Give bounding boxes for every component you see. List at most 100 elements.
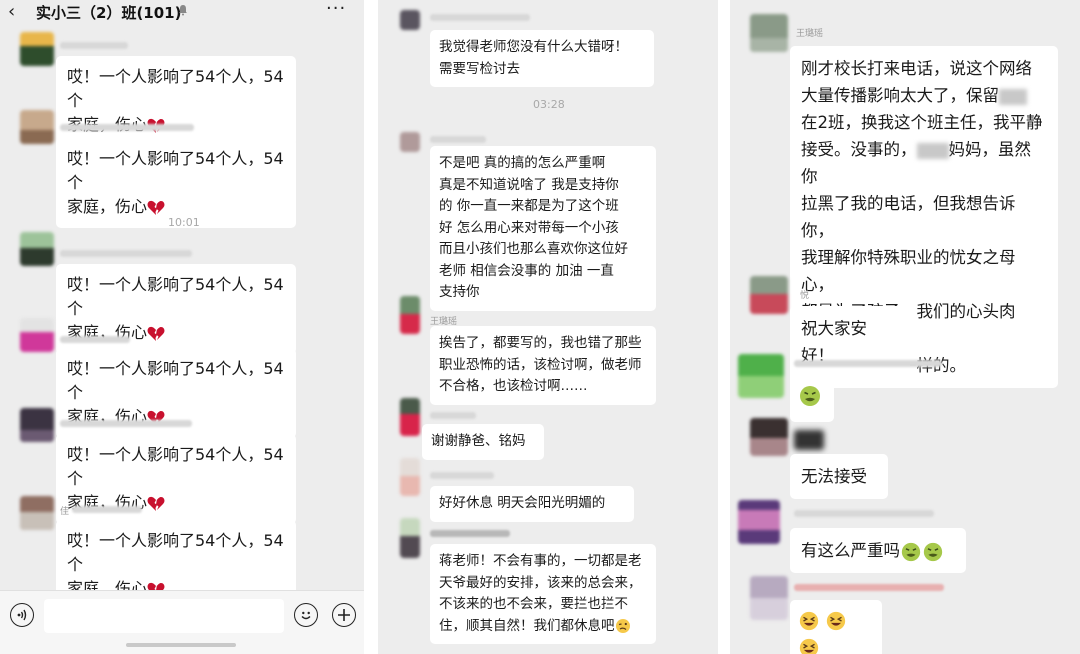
chat-panel-2: 我觉得老师您没有什么大错呀！ 需要写检讨去 03:28 不是吧 真的搞的怎么严重…: [378, 0, 718, 654]
message-line: 而且小孩们也那么喜欢你这位好: [439, 241, 628, 257]
sender-name-redacted: [60, 420, 192, 427]
bell-muted-icon: [179, 5, 187, 16]
message-line: 支持你: [439, 284, 480, 300]
avatar[interactable]: [400, 132, 420, 152]
avatar[interactable]: [750, 418, 788, 456]
message-bubble[interactable]: [790, 600, 882, 654]
message-line: 哎！一个人影响了54个人，54个: [67, 275, 284, 318]
chat-panel-1: ‹ 实小三（2）班(101) ··· 哎！一个人影响了54个人，54个 家庭，伤…: [0, 0, 364, 654]
message-line: 住，顺其自然！我们都休息吧: [439, 617, 615, 634]
sender-name-redacted: [60, 336, 130, 343]
grinning-squint-emoji: [799, 611, 819, 630]
message-line: 需要写检讨去: [439, 60, 520, 77]
message-line: 好 怎么用心来对带每一个小孩: [439, 219, 619, 236]
avatar[interactable]: [20, 318, 54, 352]
emoji-button[interactable]: [294, 603, 318, 627]
avatar[interactable]: [400, 10, 420, 30]
avatar[interactable]: [20, 32, 54, 66]
timestamp: 10:01: [168, 216, 200, 229]
message-line: 刚才校长打来电话，说这个网络: [801, 59, 1032, 78]
sender-name-redacted: [794, 584, 944, 591]
add-button[interactable]: [332, 603, 356, 627]
message-bubble[interactable]: 祝大家安好！: [790, 306, 910, 378]
message-line: 家庭，伤心: [67, 197, 148, 216]
more-options-button[interactable]: ···: [326, 0, 346, 19]
message-line: 天爷最好的安排，该来的总会来，: [439, 574, 642, 591]
sender-name: 王璐瑶: [796, 29, 824, 39]
message-line: 我觉得老师您没有什么大错呀！: [439, 39, 628, 55]
redacted-text: [999, 88, 1027, 105]
voice-button[interactable]: [10, 603, 34, 627]
message-line: 的 你一直一来都是为了这个班: [439, 198, 619, 214]
avatar[interactable]: [738, 500, 780, 544]
redacted-text: [916, 142, 949, 159]
grinning-squint-emoji: [827, 611, 846, 630]
message-bubble[interactable]: 哎！一个人影响了54个人，54个 家庭，伤心: [56, 138, 296, 228]
sender-name-redacted: [60, 42, 128, 49]
avatar[interactable]: [738, 354, 784, 398]
avatar[interactable]: [750, 576, 788, 620]
message-line: 哎！一个人影响了54个人，54个: [67, 149, 284, 192]
chat-title: 实小三（2）班(101): [36, 4, 182, 22]
sick-face-emoji: [800, 386, 820, 406]
sender-name-redacted: [430, 136, 486, 143]
message-line: 哎！一个人影响了54个人，54个: [67, 531, 284, 574]
sender-name-redacted: [794, 430, 824, 450]
message-bubble[interactable]: 蒋老师！不会有事的，一切都是老 天爷最好的安排，该来的总会来， 不该来的也不会来…: [430, 544, 656, 644]
sick-face-emoji: [923, 542, 943, 561]
sender-name-redacted: [72, 506, 142, 513]
broken-heart-emoji: [147, 326, 165, 341]
avatar[interactable]: [400, 458, 420, 496]
message-line: 不该来的也不会来，要拦也拦不: [439, 596, 628, 612]
avatar[interactable]: [400, 296, 420, 334]
message-line: 好好休息 明天会阳光明媚的: [439, 495, 606, 511]
message-input[interactable]: [44, 599, 284, 633]
plus-icon: [338, 609, 350, 621]
avatar[interactable]: [400, 398, 420, 436]
avatar[interactable]: [750, 276, 788, 314]
avatar[interactable]: [20, 496, 54, 530]
message-line: 哎！一个人影响了54个人，54个: [67, 67, 284, 110]
avatar[interactable]: [20, 110, 54, 144]
message-bubble[interactable]: 好好休息 明天会阳光明媚的: [430, 486, 634, 522]
message-line: 职业恐怖的话，该检讨啊，做老师: [439, 356, 642, 373]
message-line: 接受。没事的，: [801, 140, 917, 159]
message-bubble[interactable]: 有这么严重吗: [790, 528, 966, 573]
message-bubble[interactable]: 谢谢静爸、铭妈: [422, 424, 544, 460]
voice-icon: [17, 609, 27, 621]
timestamp: 03:28: [533, 98, 565, 111]
message-line: 蒋老师！不会有事的，一切都是老: [439, 553, 642, 569]
message-bubble[interactable]: 我觉得老师您没有什么大错呀！ 需要写检讨去: [430, 30, 654, 87]
message-line: 挨告了，都要写的，我也错了那些: [439, 335, 642, 351]
sender-name-redacted: [60, 250, 192, 257]
sender-name-redacted: [430, 14, 530, 21]
message-bubble[interactable]: 哎！一个人影响了54个人，54个 家庭，伤心: [56, 56, 296, 146]
message-line: 无法接受: [801, 467, 867, 486]
home-indicator: [126, 643, 236, 647]
back-button[interactable]: ‹: [8, 1, 15, 22]
message-line: 不合格，也该检讨啊……: [439, 378, 588, 394]
woozy-face-emoji: [615, 618, 630, 633]
message-line: 大量传播影响太大了，保留: [801, 86, 999, 105]
chat-input-bar: [0, 590, 364, 654]
broken-heart-emoji: [147, 496, 165, 511]
sender-name-redacted: [430, 472, 494, 479]
message-bubble[interactable]: 挨告了，都要写的，我也错了那些 职业恐怖的话，该检讨啊，做老师 不合格，也该检讨…: [430, 326, 656, 405]
chat-panel-3: 王璐瑶 刚才校长打来电话，说这个网络 大量传播影响太大了，保留 在2班，换我这个…: [730, 0, 1080, 654]
sender-name-redacted: [794, 510, 934, 517]
message-bubble[interactable]: 不是吧 真的搞的怎么严重啊 真是不知道说啥了 我是支持你 的 你一直一来都是为了…: [430, 146, 656, 311]
avatar[interactable]: [400, 518, 420, 558]
sender-name-redacted: [430, 530, 510, 537]
message-line: 有这么严重吗: [801, 541, 900, 560]
sender-name-redacted: [430, 412, 476, 419]
message-line: 真是不知道说啥了 我是支持你: [439, 176, 619, 193]
message-bubble[interactable]: 无法接受: [790, 454, 888, 499]
smiley-icon: [301, 611, 311, 620]
avatar[interactable]: [750, 14, 788, 52]
avatar[interactable]: [20, 232, 54, 266]
sender-name-redacted: [60, 124, 194, 131]
message-line: 老师 相信会没事的 加油 一直: [439, 262, 614, 279]
message-bubble[interactable]: [790, 378, 834, 422]
sender-name-redacted: [794, 360, 942, 367]
avatar[interactable]: [20, 408, 54, 442]
